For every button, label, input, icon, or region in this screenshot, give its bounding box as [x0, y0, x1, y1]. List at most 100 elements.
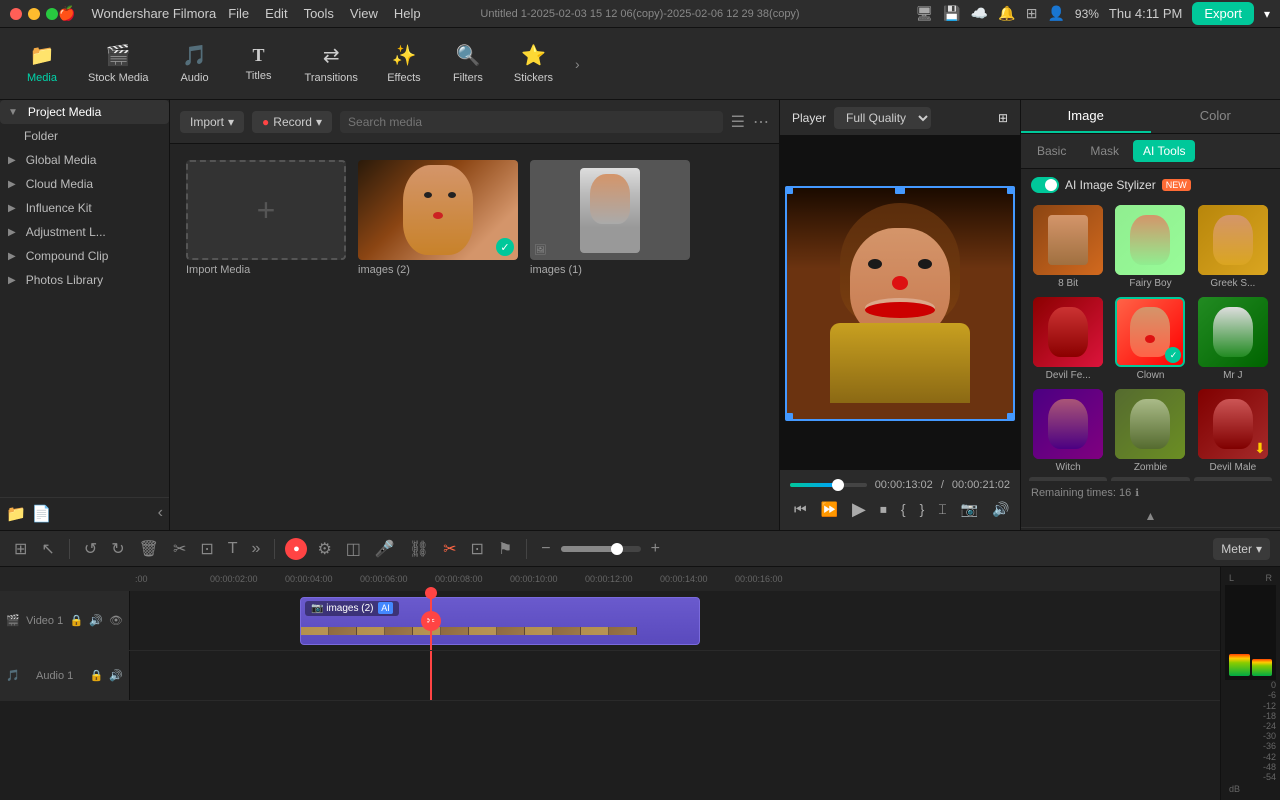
quality-select[interactable]: Full Quality: [834, 107, 931, 129]
more-options-icon[interactable]: ⋯: [753, 112, 769, 132]
media-thumb-images1[interactable]: 🖼: [530, 160, 690, 260]
menu-tools[interactable]: Tools: [304, 6, 334, 21]
audio-lock-icon[interactable]: 🔒: [90, 669, 104, 682]
delete-button[interactable]: 🗑: [135, 537, 163, 561]
toolbar-more-arrow[interactable]: ›: [569, 50, 586, 78]
add-folder-icon[interactable]: 📁: [6, 504, 26, 524]
mute-icon[interactable]: 🔊: [89, 614, 103, 627]
zoom-in-button[interactable]: +: [647, 538, 664, 560]
eye-icon[interactable]: 👁: [109, 614, 123, 627]
fullscreen-icon[interactable]: ⊞: [998, 111, 1008, 125]
lock-icon[interactable]: 🔒: [70, 614, 84, 627]
sidebar-item-folder[interactable]: Folder: [0, 124, 169, 148]
play-button[interactable]: ▶: [848, 497, 870, 522]
snapshot-button[interactable]: 📷: [957, 499, 982, 520]
sidebar-item-project-media[interactable]: ▼ Project Media: [0, 100, 169, 124]
track-video-body[interactable]: 📷 images (2) AI ✂: [130, 591, 1220, 650]
tool-media[interactable]: 📁 Media: [12, 37, 72, 90]
track-audio-body[interactable]: [130, 651, 1220, 700]
add-media-icon[interactable]: 📄: [32, 504, 52, 524]
zoom-slider[interactable]: [561, 546, 641, 552]
clip-button[interactable]: ⌶: [934, 499, 950, 520]
video-clip[interactable]: 📷 images (2) AI ✂: [300, 597, 700, 645]
collapse-arrow[interactable]: ▲: [1021, 505, 1280, 528]
tab-image[interactable]: Image: [1021, 100, 1151, 133]
sidebar-item-cloud-media[interactable]: ▶ Cloud Media: [0, 172, 169, 196]
cut-button[interactable]: ✂: [169, 537, 190, 561]
sidebar-item-adjustment[interactable]: ▶ Adjustment L...: [0, 220, 169, 244]
subtab-basic[interactable]: Basic: [1027, 140, 1076, 162]
grid-icon[interactable]: ⊞: [1026, 5, 1038, 22]
mic-button[interactable]: 🎤: [371, 537, 399, 561]
resize-handle-top[interactable]: [895, 186, 905, 194]
list-item[interactable]: 🖼 images (1): [530, 160, 690, 276]
monitor-icon[interactable]: 🖥: [916, 5, 934, 22]
ai-stylizer-toggle[interactable]: [1031, 177, 1059, 193]
style-item-devil-male[interactable]: ⬇ Devil Male: [1194, 389, 1272, 473]
sidebar-collapse-icon[interactable]: ‹: [158, 504, 163, 524]
crop-button[interactable]: ⊡: [196, 537, 217, 561]
resize-handle-tl[interactable]: [785, 186, 793, 194]
volume-button[interactable]: 🔊: [988, 499, 1013, 520]
tab-color[interactable]: Color: [1151, 100, 1280, 133]
menu-edit[interactable]: Edit: [265, 6, 287, 21]
sidebar-item-photos-library[interactable]: ▶ Photos Library: [0, 268, 169, 292]
style-item-8bit[interactable]: 8 Bit: [1029, 205, 1107, 289]
style-item-witch[interactable]: Witch: [1029, 389, 1107, 473]
list-item[interactable]: ✓ images (2): [358, 160, 518, 276]
more-tools-button[interactable]: »: [248, 538, 265, 560]
subtab-mask[interactable]: Mask: [1080, 140, 1129, 162]
minimize-button[interactable]: [28, 8, 40, 20]
mark-in-button[interactable]: {: [897, 499, 910, 519]
cloud-icon[interactable]: ☁️: [971, 5, 988, 22]
tool-stock-media[interactable]: 🎬 Stock Media: [76, 37, 161, 90]
menu-view[interactable]: View: [350, 6, 378, 21]
filter-icon[interactable]: ☰: [731, 112, 745, 132]
zoom-out-button[interactable]: −: [537, 538, 554, 560]
tool-titles[interactable]: T Titles: [229, 39, 289, 88]
maximize-button[interactable]: [46, 8, 58, 20]
add-track-button[interactable]: ⊞: [10, 537, 31, 561]
subtab-ai-tools[interactable]: AI Tools: [1133, 140, 1195, 162]
tool-transitions[interactable]: ⇄ Transitions: [293, 37, 370, 90]
slow-motion-button[interactable]: ⏩: [817, 499, 842, 520]
scissors-button[interactable]: ✂: [439, 537, 460, 561]
resize-handle-tr[interactable]: [1007, 186, 1015, 194]
text-button[interactable]: T: [224, 538, 242, 560]
style-item-greek-s[interactable]: Greek S...: [1194, 205, 1272, 289]
record-button[interactable]: ● Record ▾: [252, 111, 332, 133]
redo-button[interactable]: ↻: [107, 537, 128, 561]
settings-button[interactable]: ⚙: [313, 537, 335, 561]
group-button[interactable]: ⊡: [467, 537, 488, 561]
select-tool-button[interactable]: ↖: [37, 537, 58, 561]
close-button[interactable]: [10, 8, 22, 20]
style-item-fairy-boy[interactable]: Fairy Boy: [1111, 205, 1189, 289]
import-media-thumb[interactable]: +: [186, 160, 346, 260]
style-item-clown[interactable]: ✓ Clown: [1111, 297, 1189, 381]
progress-bar[interactable]: [790, 483, 867, 487]
timeline-ruler[interactable]: :00 00:00:02:00 00:00:04:00 00:00:06:00 …: [0, 567, 1220, 591]
bell-icon[interactable]: 🔔: [998, 5, 1015, 22]
connect-button[interactable]: ⛓: [405, 537, 433, 561]
menu-file[interactable]: File: [228, 6, 249, 21]
meter-button[interactable]: Meter ▾: [1213, 538, 1270, 560]
sidebar-item-influence-kit[interactable]: ▶ Influence Kit: [0, 196, 169, 220]
info-icon[interactable]: ℹ: [1135, 488, 1139, 499]
tool-audio[interactable]: 🎵 Audio: [165, 37, 225, 90]
tool-filters[interactable]: 🔍 Filters: [438, 37, 498, 90]
export-arrow-icon[interactable]: ▾: [1264, 7, 1270, 21]
style-item-devil-fe[interactable]: Devil Fe...: [1029, 297, 1107, 381]
resize-handle-bl[interactable]: [785, 413, 793, 421]
record-timeline-button[interactable]: ●: [285, 538, 307, 560]
tool-effects[interactable]: ✨ Effects: [374, 37, 434, 90]
save-icon[interactable]: 💾: [943, 5, 960, 22]
list-item[interactable]: + Import Media: [186, 160, 346, 276]
marker-button[interactable]: ⚑: [494, 537, 516, 561]
sidebar-item-compound-clip[interactable]: ▶ Compound Clip: [0, 244, 169, 268]
undo-button[interactable]: ↺: [80, 537, 101, 561]
resize-handle-br[interactable]: [1007, 413, 1015, 421]
import-button[interactable]: Import ▾: [180, 111, 244, 133]
stop-button[interactable]: ⏹: [876, 499, 891, 520]
tool-stickers[interactable]: ⭐ Stickers: [502, 37, 565, 90]
media-thumb-images2[interactable]: ✓: [358, 160, 518, 260]
